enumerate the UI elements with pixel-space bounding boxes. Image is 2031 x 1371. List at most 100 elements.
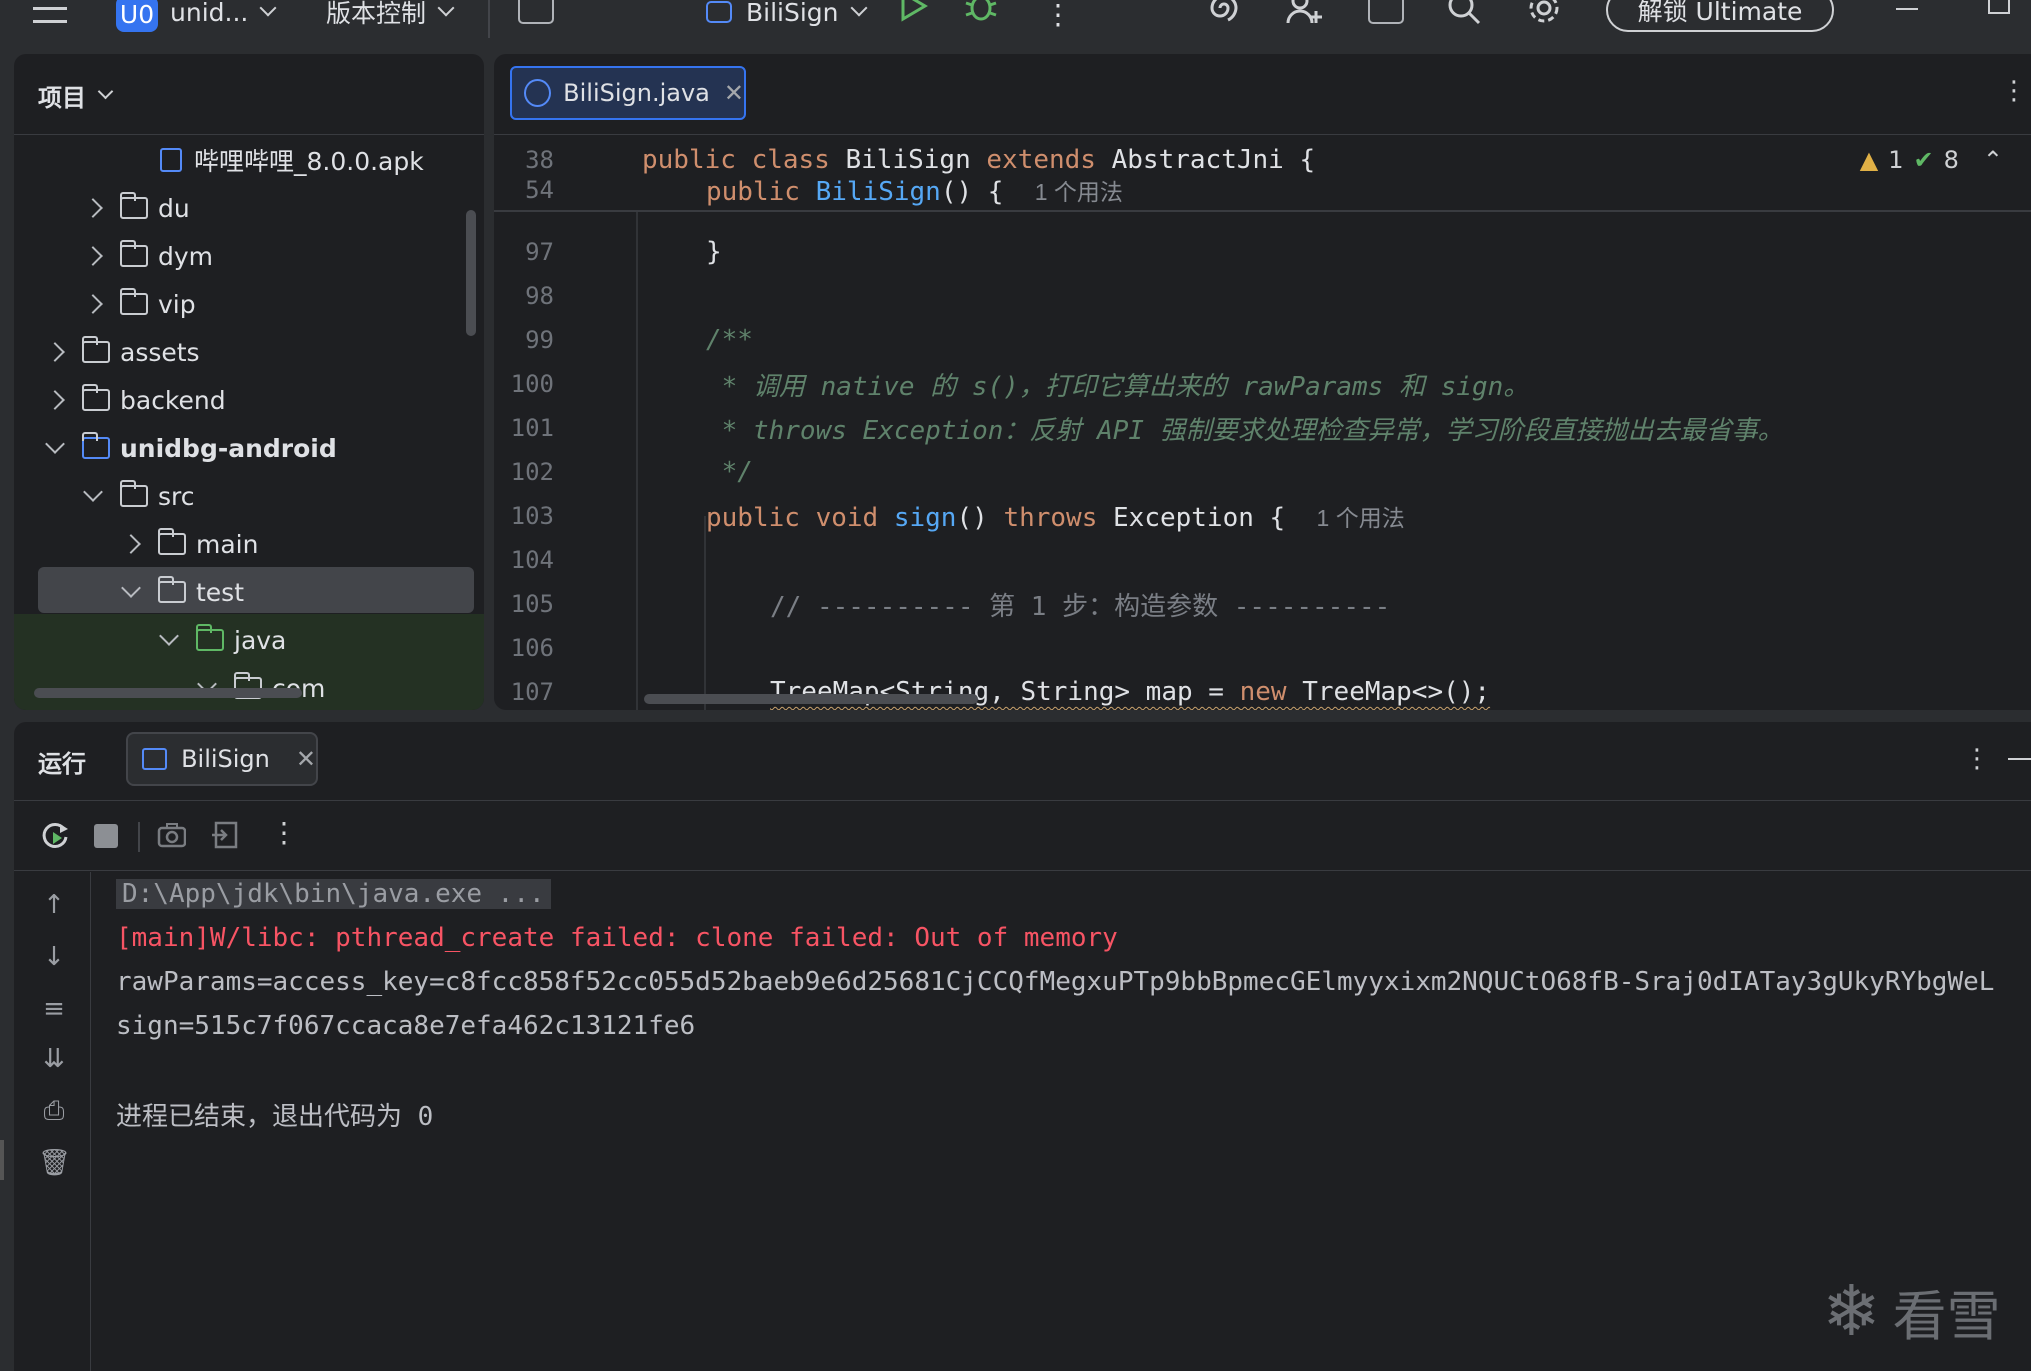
tree-item-test[interactable]: test [121, 572, 244, 612]
code-with-me-icon[interactable] [518, 0, 554, 24]
exit-icon[interactable] [210, 820, 240, 850]
rerun-icon[interactable] [40, 820, 70, 850]
project-selector[interactable]: unid... [170, 0, 277, 32]
run-config-name: BiliSign [746, 0, 839, 27]
editor-tab-bilisign[interactable]: BiliSign.java ✕ [510, 66, 746, 120]
code-line-99[interactable]: 99 /** [494, 318, 753, 362]
editor-tabs-menu-icon[interactable]: ⋮ [2001, 76, 2027, 106]
code-line-98[interactable]: 98 [494, 274, 554, 318]
add-user-icon [1286, 0, 1322, 24]
search-button[interactable] [1446, 0, 1482, 28]
code-text: public void sign() throws Exception { 1 … [706, 503, 1405, 533]
tree-item-unidbg-android[interactable]: unidbg-android [45, 428, 337, 468]
chevron-down-icon[interactable] [45, 434, 65, 454]
usage-hint[interactable]: 1 个用法 [1317, 505, 1405, 531]
code-line-101[interactable]: 101 * throws Exception：反射 API 强制要求处理检查异常… [494, 406, 1784, 450]
console-command-line[interactable]: D:\App\jdk\bin\java.exe ... [116, 874, 551, 914]
code-line-97[interactable]: 97 } [494, 230, 722, 274]
tree-item-assets[interactable]: assets [45, 332, 200, 372]
chevron-down-icon[interactable] [83, 482, 103, 502]
console-sign-line: sign=515c7f067ccaca8e7efa462c13121fe6 [116, 1011, 696, 1041]
chevron-down-icon[interactable] [159, 626, 179, 646]
code-line-54[interactable]: 54 public BiliSign() { 1 个用法 [494, 168, 1123, 212]
project-panel-header[interactable]: 项目 [38, 78, 114, 113]
folder-icon [81, 384, 110, 411]
usage-hint[interactable]: 1 个用法 [1035, 179, 1123, 205]
code-with-me-session-icon[interactable] [1368, 0, 1404, 24]
add-user-button[interactable] [1286, 0, 1324, 28]
tree-item-java[interactable]: java [159, 620, 286, 660]
hide-panel-button[interactable] [2008, 758, 2031, 760]
soft-wrap-icon[interactable]: ≡ [38, 994, 70, 1026]
more-toolbar-icon[interactable]: ⋮ [270, 816, 298, 849]
code-line-102[interactable]: 102 */ [494, 450, 753, 494]
code-line-106[interactable]: 106 [494, 626, 554, 670]
console-error-line: [main]W/libc: pthread_create failed: clo… [116, 923, 1118, 953]
chevron-down-icon[interactable] [121, 578, 141, 598]
chevron-down-icon [259, 0, 277, 17]
line-number: 102 [510, 458, 554, 486]
tree-item-dym[interactable]: dym [83, 236, 213, 276]
main-menu-button[interactable] [30, 0, 70, 28]
chevron-down-icon [850, 0, 868, 17]
ai-assistant-button[interactable] [1206, 0, 1242, 28]
chevron-up-icon[interactable]: ⌃ [1983, 146, 2003, 174]
chevron-right-icon[interactable] [121, 534, 141, 554]
run-tab-bilisign[interactable]: BiliSign ✕ [126, 732, 318, 786]
chevron-right-icon[interactable] [45, 342, 65, 362]
tree-item-backend[interactable]: backend [45, 380, 226, 420]
tree-item-du[interactable]: du [83, 188, 190, 228]
tree-item-main[interactable]: main [121, 524, 258, 564]
tree-item-label: src [158, 481, 195, 511]
scroll-to-end-icon[interactable]: ⇊ [38, 1044, 70, 1076]
run-options-menu-icon[interactable]: ⋮ [1964, 744, 1990, 774]
code-line-100[interactable]: 100 * 调用 native 的 s()，打印它算出来的 rawParams … [494, 362, 1530, 406]
snowflake-icon: ❄ [1822, 1270, 1881, 1352]
project-name: unid... [170, 0, 249, 27]
apk-file-icon [160, 148, 182, 172]
print-icon[interactable]: ⎙ [38, 1096, 70, 1128]
toolbar-separator [138, 822, 140, 852]
run-button[interactable] [900, 0, 928, 26]
chevron-right-icon[interactable] [83, 246, 103, 266]
project-badge[interactable]: U0 [116, 0, 158, 32]
tree-item-label: backend [120, 385, 226, 415]
code-line-107[interactable]: 107 TreeMap<String, String> map = new Tr… [494, 670, 1490, 710]
vertical-scrollbar[interactable] [466, 210, 476, 336]
code-line-104[interactable]: 104 [494, 538, 554, 582]
run-panel-title: 运行 [38, 750, 86, 778]
test-folder-icon [195, 624, 224, 651]
code-line-103[interactable]: 103 public void sign() throws Exception … [494, 494, 1405, 538]
chevron-right-icon[interactable] [83, 198, 103, 218]
line-number: 98 [525, 282, 554, 310]
tree-item-label: unidbg-android [120, 433, 337, 463]
console-command[interactable]: D:\App\jdk\bin\java.exe ... [116, 879, 551, 909]
close-icon[interactable]: ✕ [724, 79, 744, 107]
tree-item-src[interactable]: src [83, 476, 195, 516]
vcs-menu[interactable]: 版本控制 [326, 0, 455, 32]
settings-button[interactable] [1526, 0, 1562, 28]
more-actions-button[interactable]: ⋮ [1044, 0, 1072, 34]
line-number: 101 [510, 414, 554, 442]
maximize-button[interactable] [1988, 0, 2010, 14]
inspection-widget[interactable]: ▲ 1 ✔ 8 ⌃ [1860, 146, 2003, 174]
run-config-icon [706, 1, 732, 23]
camera-icon[interactable] [156, 820, 186, 850]
editor-horizontal-scrollbar[interactable] [644, 694, 978, 704]
tree-item-vip[interactable]: vip [83, 284, 196, 324]
run-config-selector[interactable]: BiliSign [706, 0, 868, 32]
horizontal-scrollbar[interactable] [34, 688, 302, 698]
close-icon[interactable]: ✕ [296, 745, 316, 773]
console-exit-line: 进程已结束，退出代码为 0 [116, 1101, 434, 1132]
tree-item-apk[interactable]: 哔哩哔哩_8.0.0.apk [160, 140, 424, 180]
debug-button[interactable] [964, 0, 998, 26]
arrow-up-icon[interactable]: ↑ [38, 890, 70, 922]
minimize-button[interactable] [1896, 8, 1918, 10]
trash-icon[interactable]: 🗑 [38, 1148, 71, 1180]
unlock-ultimate-button[interactable]: 解锁 Ultimate [1606, 0, 1834, 32]
arrow-down-icon[interactable]: ↓ [38, 942, 70, 974]
code-line-105[interactable]: 105 // ---------- 第 1 步：构造参数 ---------- [494, 582, 1391, 626]
stop-icon[interactable] [94, 824, 118, 848]
chevron-right-icon[interactable] [45, 390, 65, 410]
chevron-right-icon[interactable] [83, 294, 103, 314]
